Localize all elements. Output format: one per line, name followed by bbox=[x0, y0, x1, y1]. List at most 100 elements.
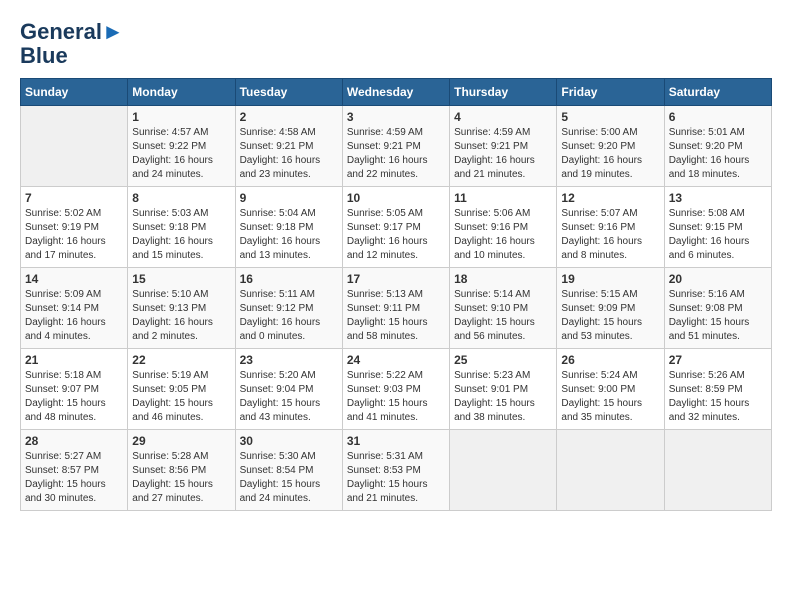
calendar-week-row: 7 Sunrise: 5:02 AM Sunset: 9:19 PM Daylig… bbox=[21, 187, 772, 268]
day-info: Sunrise: 4:59 AM Sunset: 9:21 PM Dayligh… bbox=[347, 126, 445, 182]
day-number: 31 bbox=[347, 434, 445, 448]
day-info: Sunrise: 5:11 AM Sunset: 9:12 PM Dayligh… bbox=[240, 288, 338, 344]
calendar-cell: 13 Sunrise: 5:08 AM Sunset: 9:15 PM Dayli… bbox=[664, 187, 771, 268]
day-info: Sunrise: 5:00 AM Sunset: 9:20 PM Dayligh… bbox=[561, 126, 659, 182]
day-info: Sunrise: 5:02 AM Sunset: 9:19 PM Dayligh… bbox=[25, 207, 123, 263]
calendar-cell: 4Sunrise: 4:59 AM Sunset: 9:21 PM Daylig… bbox=[450, 106, 557, 187]
logo-text-blue: Blue bbox=[20, 44, 124, 68]
calendar-cell: 27 Sunrise: 5:26 AM Sunset: 8:59 PM Dayli… bbox=[664, 349, 771, 430]
day-number: 1 bbox=[132, 110, 230, 124]
calendar-cell: 8Sunrise: 5:03 AM Sunset: 9:18 PM Daylig… bbox=[128, 187, 235, 268]
calendar-cell: 21 Sunrise: 5:18 AM Sunset: 9:07 PM Dayli… bbox=[21, 349, 128, 430]
day-info: Sunrise: 5:23 AM Sunset: 9:01 PM Dayligh… bbox=[454, 369, 552, 425]
calendar-cell: 30 Sunrise: 5:30 AM Sunset: 8:54 PM Dayli… bbox=[235, 430, 342, 511]
col-header-monday: Monday bbox=[128, 79, 235, 106]
col-header-thursday: Thursday bbox=[450, 79, 557, 106]
calendar-cell: 7 Sunrise: 5:02 AM Sunset: 9:19 PM Daylig… bbox=[21, 187, 128, 268]
calendar-cell: 25 Sunrise: 5:23 AM Sunset: 9:01 PM Dayli… bbox=[450, 349, 557, 430]
calendar-cell: 20 Sunrise: 5:16 AM Sunset: 9:08 PM Dayli… bbox=[664, 268, 771, 349]
day-number: 15 bbox=[132, 272, 230, 286]
col-header-wednesday: Wednesday bbox=[342, 79, 449, 106]
day-number: 3 bbox=[347, 110, 445, 124]
day-number: 29 bbox=[132, 434, 230, 448]
calendar-week-row: 14 Sunrise: 5:09 AM Sunset: 9:14 PM Dayli… bbox=[21, 268, 772, 349]
calendar-cell: 19Sunrise: 5:15 AM Sunset: 9:09 PM Dayli… bbox=[557, 268, 664, 349]
day-number: 21 bbox=[25, 353, 123, 367]
day-number: 7 bbox=[25, 191, 123, 205]
calendar-cell: 11 Sunrise: 5:06 AM Sunset: 9:16 PM Dayli… bbox=[450, 187, 557, 268]
day-number: 13 bbox=[669, 191, 767, 205]
day-number: 28 bbox=[25, 434, 123, 448]
day-number: 11 bbox=[454, 191, 552, 205]
calendar-cell: 24 Sunrise: 5:22 AM Sunset: 9:03 PM Dayli… bbox=[342, 349, 449, 430]
day-number: 6 bbox=[669, 110, 767, 124]
calendar-header-row: SundayMondayTuesdayWednesdayThursdayFrid… bbox=[21, 79, 772, 106]
calendar-cell bbox=[557, 430, 664, 511]
calendar-cell: 15 Sunrise: 5:10 AM Sunset: 9:13 PM Dayli… bbox=[128, 268, 235, 349]
calendar-cell: 31 Sunrise: 5:31 AM Sunset: 8:53 PM Dayli… bbox=[342, 430, 449, 511]
day-info: Sunrise: 5:31 AM Sunset: 8:53 PM Dayligh… bbox=[347, 450, 445, 506]
col-header-friday: Friday bbox=[557, 79, 664, 106]
day-info: Sunrise: 5:30 AM Sunset: 8:54 PM Dayligh… bbox=[240, 450, 338, 506]
day-info: Sunrise: 5:28 AM Sunset: 8:56 PM Dayligh… bbox=[132, 450, 230, 506]
calendar-cell: 22Sunrise: 5:19 AM Sunset: 9:05 PM Dayli… bbox=[128, 349, 235, 430]
day-info: Sunrise: 5:15 AM Sunset: 9:09 PM Dayligh… bbox=[561, 288, 659, 344]
calendar-week-row: 1 Sunrise: 4:57 AM Sunset: 9:22 PM Daylig… bbox=[21, 106, 772, 187]
day-number: 20 bbox=[669, 272, 767, 286]
calendar-cell: 23 Sunrise: 5:20 AM Sunset: 9:04 PM Dayli… bbox=[235, 349, 342, 430]
day-info: Sunrise: 4:57 AM Sunset: 9:22 PM Dayligh… bbox=[132, 126, 230, 182]
calendar-cell: 18 Sunrise: 5:14 AM Sunset: 9:10 PM Dayli… bbox=[450, 268, 557, 349]
day-info: Sunrise: 5:05 AM Sunset: 9:17 PM Dayligh… bbox=[347, 207, 445, 263]
day-number: 26 bbox=[561, 353, 659, 367]
calendar-cell: 9 Sunrise: 5:04 AM Sunset: 9:18 PM Daylig… bbox=[235, 187, 342, 268]
calendar-cell bbox=[21, 106, 128, 187]
day-number: 2 bbox=[240, 110, 338, 124]
logo: General► Blue bbox=[20, 20, 124, 68]
calendar-cell: 29 Sunrise: 5:28 AM Sunset: 8:56 PM Dayli… bbox=[128, 430, 235, 511]
calendar-cell: 10Sunrise: 5:05 AM Sunset: 9:17 PM Dayli… bbox=[342, 187, 449, 268]
day-info: Sunrise: 5:16 AM Sunset: 9:08 PM Dayligh… bbox=[669, 288, 767, 344]
day-info: Sunrise: 5:10 AM Sunset: 9:13 PM Dayligh… bbox=[132, 288, 230, 344]
day-info: Sunrise: 5:09 AM Sunset: 9:14 PM Dayligh… bbox=[25, 288, 123, 344]
day-number: 30 bbox=[240, 434, 338, 448]
day-number: 27 bbox=[669, 353, 767, 367]
day-number: 16 bbox=[240, 272, 338, 286]
calendar-cell bbox=[664, 430, 771, 511]
day-info: Sunrise: 5:18 AM Sunset: 9:07 PM Dayligh… bbox=[25, 369, 123, 425]
col-header-tuesday: Tuesday bbox=[235, 79, 342, 106]
calendar-cell: 6 Sunrise: 5:01 AM Sunset: 9:20 PM Daylig… bbox=[664, 106, 771, 187]
day-number: 24 bbox=[347, 353, 445, 367]
calendar-cell: 3 Sunrise: 4:59 AM Sunset: 9:21 PM Daylig… bbox=[342, 106, 449, 187]
day-number: 8 bbox=[132, 191, 230, 205]
calendar-cell: 28 Sunrise: 5:27 AM Sunset: 8:57 PM Dayli… bbox=[21, 430, 128, 511]
day-info: Sunrise: 5:01 AM Sunset: 9:20 PM Dayligh… bbox=[669, 126, 767, 182]
day-number: 25 bbox=[454, 353, 552, 367]
calendar-cell: 1 Sunrise: 4:57 AM Sunset: 9:22 PM Daylig… bbox=[128, 106, 235, 187]
day-info: Sunrise: 5:06 AM Sunset: 9:16 PM Dayligh… bbox=[454, 207, 552, 263]
calendar-cell: 12Sunrise: 5:07 AM Sunset: 9:16 PM Dayli… bbox=[557, 187, 664, 268]
calendar-cell: 14 Sunrise: 5:09 AM Sunset: 9:14 PM Dayli… bbox=[21, 268, 128, 349]
day-number: 18 bbox=[454, 272, 552, 286]
day-info: Sunrise: 5:04 AM Sunset: 9:18 PM Dayligh… bbox=[240, 207, 338, 263]
day-number: 5 bbox=[561, 110, 659, 124]
day-info: Sunrise: 5:24 AM Sunset: 9:00 PM Dayligh… bbox=[561, 369, 659, 425]
calendar-cell: 16 Sunrise: 5:11 AM Sunset: 9:12 PM Dayli… bbox=[235, 268, 342, 349]
day-info: Sunrise: 5:26 AM Sunset: 8:59 PM Dayligh… bbox=[669, 369, 767, 425]
day-info: Sunrise: 5:22 AM Sunset: 9:03 PM Dayligh… bbox=[347, 369, 445, 425]
day-info: Sunrise: 5:20 AM Sunset: 9:04 PM Dayligh… bbox=[240, 369, 338, 425]
calendar-cell bbox=[450, 430, 557, 511]
day-info: Sunrise: 5:08 AM Sunset: 9:15 PM Dayligh… bbox=[669, 207, 767, 263]
day-info: Sunrise: 4:59 AM Sunset: 9:21 PM Dayligh… bbox=[454, 126, 552, 182]
day-info: Sunrise: 5:13 AM Sunset: 9:11 PM Dayligh… bbox=[347, 288, 445, 344]
day-number: 23 bbox=[240, 353, 338, 367]
day-info: Sunrise: 5:14 AM Sunset: 9:10 PM Dayligh… bbox=[454, 288, 552, 344]
calendar-cell: 2Sunrise: 4:58 AM Sunset: 9:21 PM Daylig… bbox=[235, 106, 342, 187]
col-header-saturday: Saturday bbox=[664, 79, 771, 106]
day-number: 14 bbox=[25, 272, 123, 286]
day-info: Sunrise: 5:19 AM Sunset: 9:05 PM Dayligh… bbox=[132, 369, 230, 425]
day-number: 9 bbox=[240, 191, 338, 205]
day-info: Sunrise: 5:27 AM Sunset: 8:57 PM Dayligh… bbox=[25, 450, 123, 506]
col-header-sunday: Sunday bbox=[21, 79, 128, 106]
day-info: Sunrise: 5:07 AM Sunset: 9:16 PM Dayligh… bbox=[561, 207, 659, 263]
calendar-week-row: 28 Sunrise: 5:27 AM Sunset: 8:57 PM Dayli… bbox=[21, 430, 772, 511]
